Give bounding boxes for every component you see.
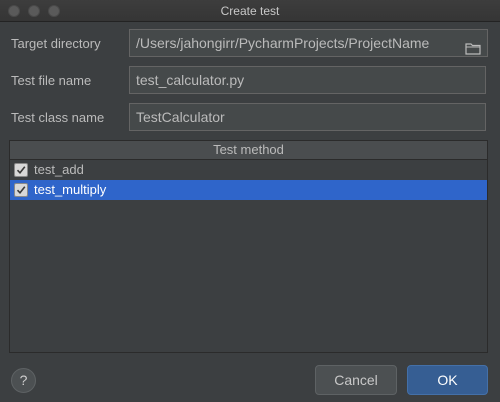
test-add-checkbox[interactable]	[14, 163, 28, 177]
checkmark-icon	[16, 186, 26, 195]
folder-icon[interactable]	[465, 37, 481, 56]
test-multiply-checkbox[interactable]	[14, 183, 28, 197]
test-add-label: test_add	[34, 162, 84, 177]
test-multiply-label: test_multiply	[34, 182, 107, 197]
test-file-name-value: test_calculator.py	[136, 72, 245, 88]
window-title: Create test	[220, 4, 280, 18]
test-method-panel: Test method test_add test_multiply	[9, 140, 488, 353]
method-row-test-add[interactable]: test_add	[10, 160, 487, 180]
target-directory-label: Target directory	[11, 36, 101, 51]
test-method-header: Test method	[10, 141, 487, 160]
ok-button[interactable]: OK	[407, 365, 488, 395]
title-bar: Create test	[0, 0, 500, 22]
test-class-name-value: TestCalculator	[136, 109, 225, 125]
help-icon: ?	[19, 372, 28, 388]
test-class-name-field[interactable]: TestCalculator	[129, 103, 486, 131]
target-directory-value: /Users/jahongirr/PycharmProjects/Project…	[136, 35, 430, 51]
help-button[interactable]: ?	[11, 368, 36, 393]
checkmark-icon	[16, 166, 26, 175]
method-row-test-multiply[interactable]: test_multiply	[10, 180, 487, 200]
cancel-button[interactable]: Cancel	[315, 365, 397, 395]
test-file-name-label: Test file name	[11, 73, 92, 88]
target-directory-field[interactable]: /Users/jahongirr/PycharmProjects/Project…	[129, 29, 488, 57]
test-file-name-field[interactable]: test_calculator.py	[129, 66, 486, 94]
test-class-name-label: Test class name	[11, 110, 105, 125]
